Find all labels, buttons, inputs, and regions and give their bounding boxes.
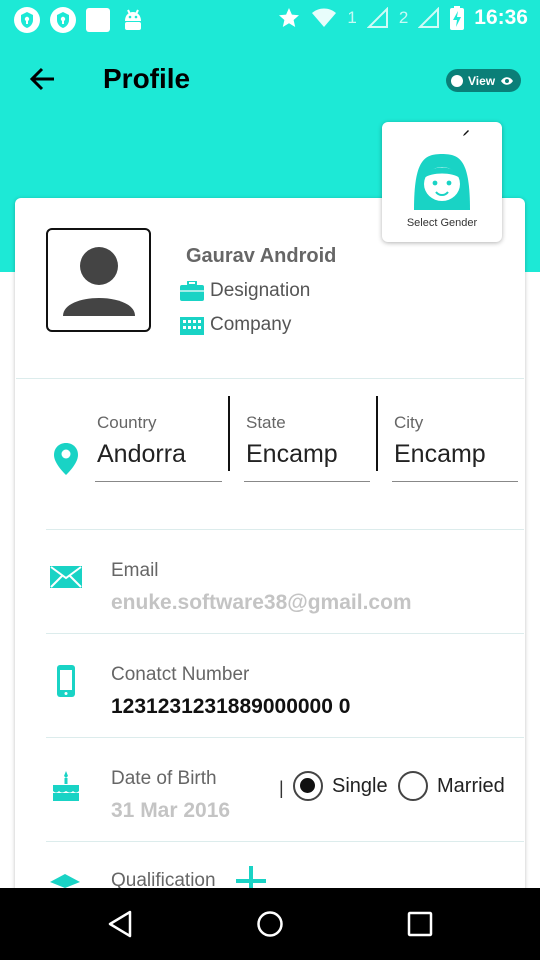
divider [46, 529, 524, 530]
battery-charging-icon [450, 6, 465, 30]
city-value[interactable]: Encamp [394, 440, 486, 469]
navigation-bar [0, 888, 540, 960]
divider [46, 633, 524, 634]
select-gender-label: Select Gender [406, 217, 478, 229]
company-row: Company [180, 314, 291, 336]
female-avatar-icon [414, 154, 470, 210]
married-radio[interactable] [398, 771, 428, 801]
signal-icon [418, 7, 440, 28]
vertical-separator [228, 396, 230, 471]
dob-label: Date of Birth [111, 768, 217, 789]
graduation-cap-icon [50, 874, 80, 888]
single-radio[interactable] [293, 771, 323, 801]
recents-nav-icon[interactable] [407, 911, 433, 937]
marital-separator: | [279, 778, 284, 798]
page-title: Profile [103, 63, 191, 94]
country-label: Country [97, 413, 157, 432]
eye-icon [501, 76, 514, 85]
vertical-separator [376, 396, 378, 471]
home-nav-icon[interactable] [256, 910, 284, 938]
email-icon [50, 566, 82, 588]
edit-pencil-icon [463, 130, 469, 136]
radio-selected-dot [300, 778, 315, 793]
designation-text: Designation [210, 280, 311, 301]
building-icon [180, 317, 204, 335]
contact-value[interactable]: 1231231231889000000 0 [111, 695, 350, 719]
state-underline [244, 481, 370, 482]
shield-icon [50, 7, 76, 33]
city-underline [392, 481, 518, 482]
company-text: Company [210, 314, 292, 335]
email-label: Email [111, 560, 159, 581]
country-value[interactable]: Andorra [97, 440, 186, 469]
profile-avatar[interactable] [46, 228, 151, 332]
briefcase-icon [180, 281, 204, 301]
signal-icon [366, 7, 388, 28]
person-silhouette-icon [63, 247, 135, 316]
email-value[interactable]: enuke.software38@gmail.com [111, 591, 412, 615]
mobile-phone-icon [57, 665, 75, 697]
star-icon [279, 8, 300, 27]
location-pin-icon [54, 443, 78, 475]
dob-value[interactable]: 31 Mar 2016 [111, 799, 230, 823]
view-toggle[interactable]: View [446, 69, 521, 92]
profile-name: Gaurav Android [186, 245, 337, 267]
android-icon [125, 9, 141, 30]
sim1-label: 1 [347, 8, 357, 27]
sim2-label: 2 [398, 8, 409, 27]
state-value[interactable]: Encamp [246, 440, 338, 469]
married-label[interactable]: Married [437, 775, 505, 798]
city-label: City [394, 413, 424, 432]
select-gender-button[interactable]: Select Gender [382, 122, 502, 242]
designation-row: Designation [180, 280, 310, 302]
status-bar: 1 2 16:36 [0, 0, 540, 40]
shield-icon [14, 7, 40, 33]
clock: 16:36 [474, 6, 528, 29]
birthday-cake-icon [53, 771, 79, 801]
contact-label: Conatct Number [111, 664, 250, 685]
back-nav-icon[interactable] [106, 909, 134, 939]
country-underline [95, 481, 222, 482]
notification-image-icon [86, 8, 110, 32]
view-toggle-label: View [468, 73, 496, 88]
divider [46, 841, 524, 842]
divider [16, 378, 524, 379]
divider [46, 737, 524, 738]
single-label[interactable]: Single [332, 775, 388, 798]
toggle-knob [451, 74, 463, 87]
wifi-icon [312, 8, 337, 27]
state-label: State [246, 413, 286, 432]
back-arrow-icon[interactable] [28, 64, 58, 94]
